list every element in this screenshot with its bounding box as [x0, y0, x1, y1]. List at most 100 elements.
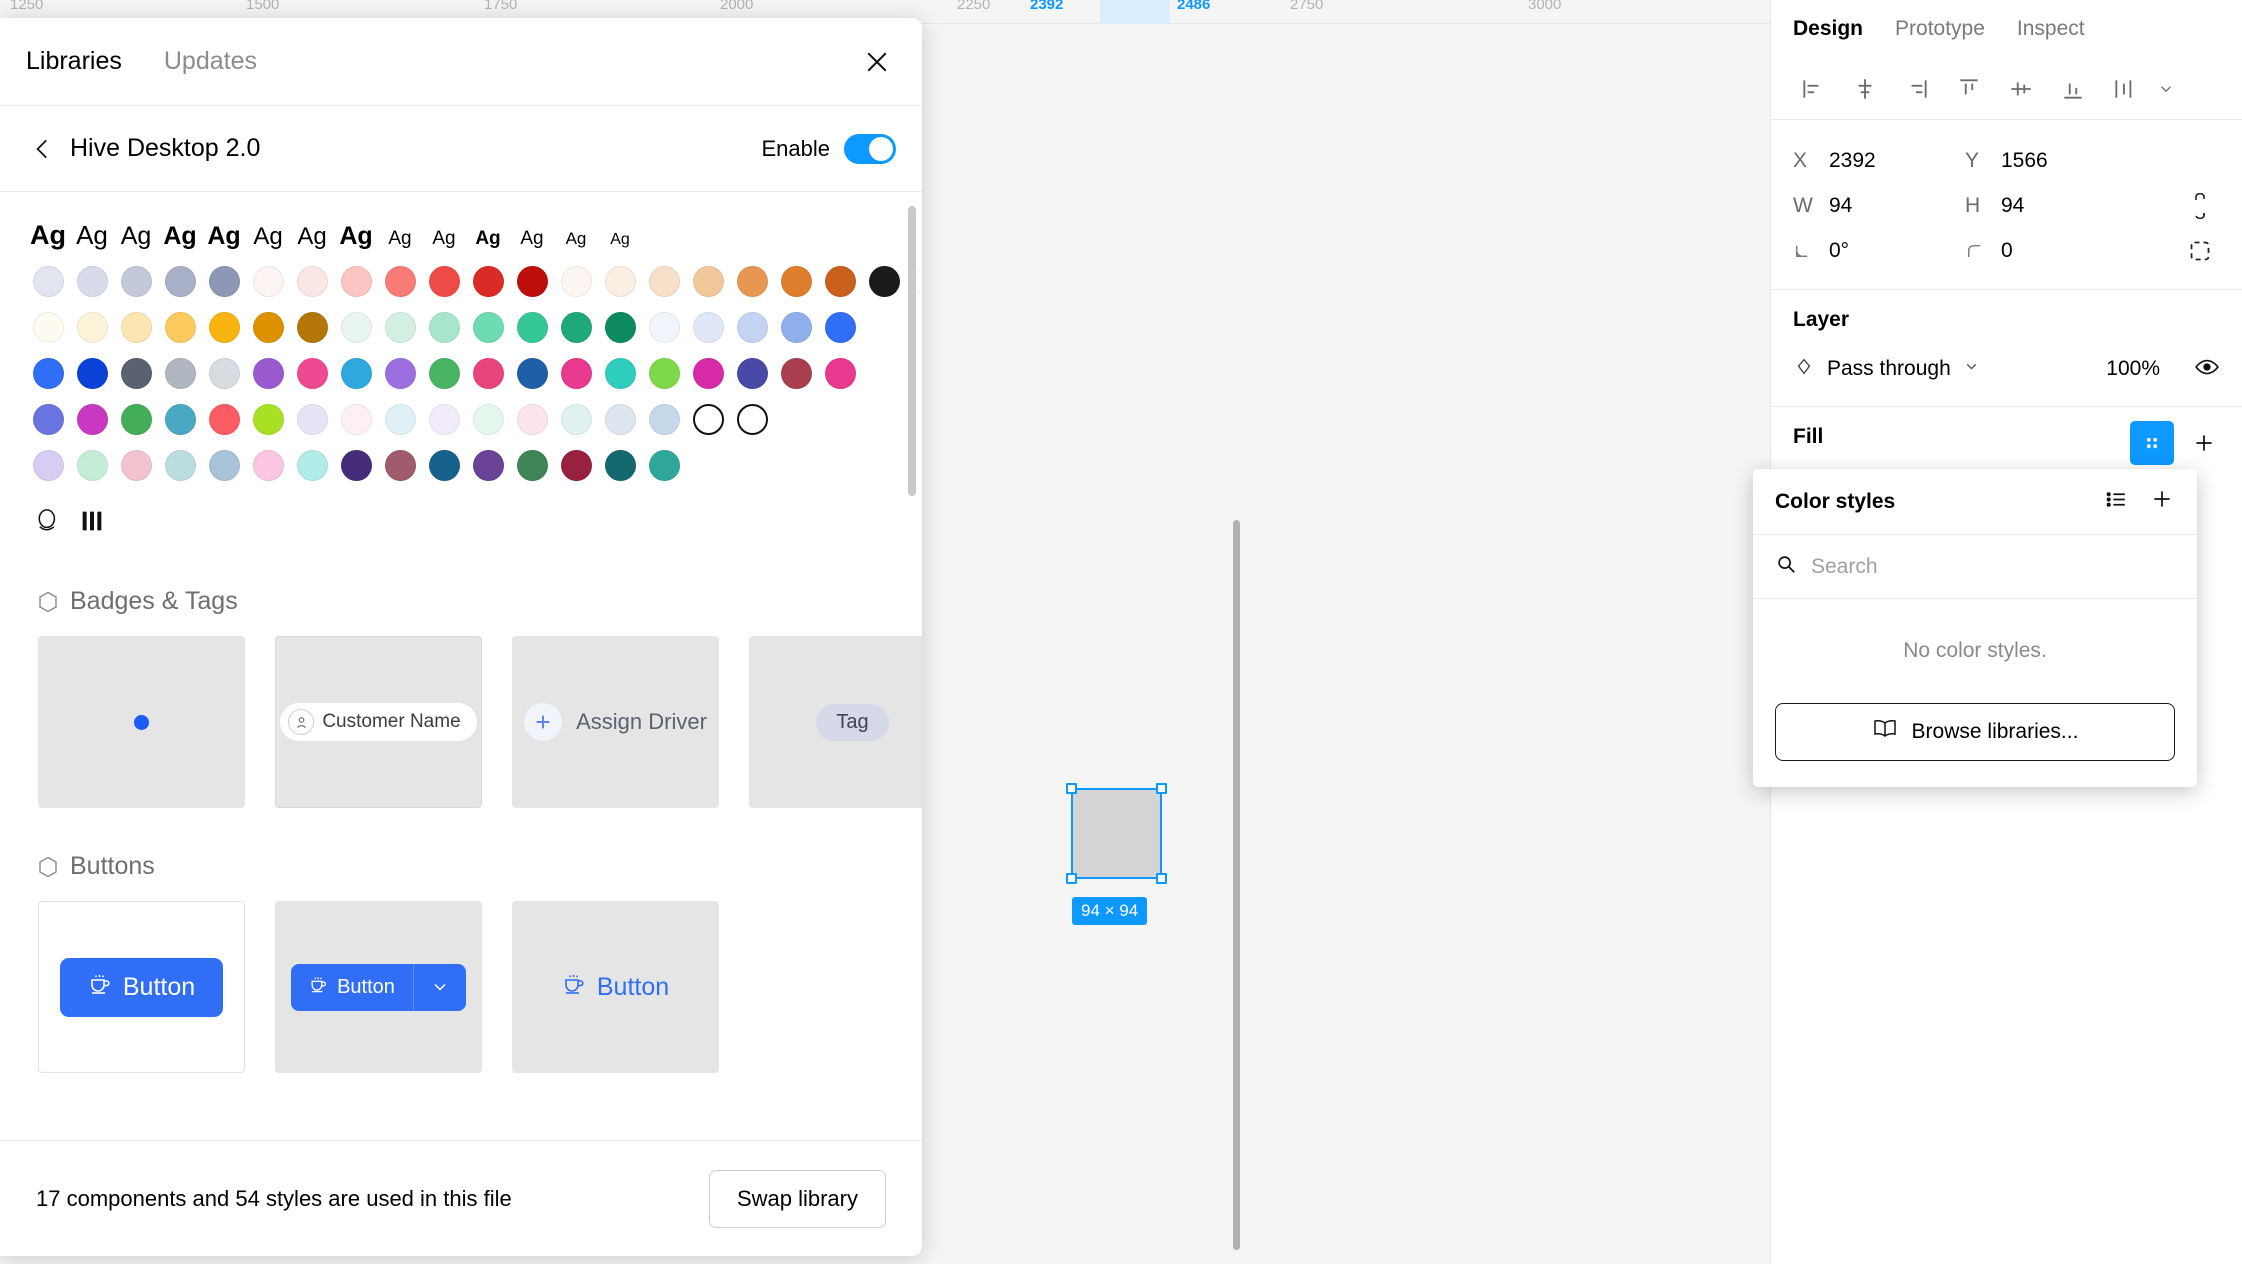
- color-style-swatch[interactable]: [510, 443, 554, 487]
- color-style-swatch[interactable]: [202, 443, 246, 487]
- resize-handle-top-left[interactable]: [1066, 783, 1077, 794]
- align-vertical-center-icon[interactable]: [1999, 69, 2043, 109]
- height-field[interactable]: H 94: [1965, 194, 2137, 218]
- color-style-swatch[interactable]: [114, 443, 158, 487]
- color-style-swatch[interactable]: [466, 305, 510, 349]
- color-style-swatch[interactable]: [554, 351, 598, 395]
- eye-icon[interactable]: [2194, 354, 2220, 385]
- text-style-swatch[interactable]: Ag: [114, 222, 158, 251]
- text-style-swatch[interactable]: Ag: [598, 231, 642, 249]
- color-style-swatch[interactable]: [334, 259, 378, 303]
- component-card-dot-badge[interactable]: [38, 636, 245, 808]
- color-style-swatch[interactable]: [202, 351, 246, 395]
- color-style-swatch[interactable]: [642, 351, 686, 395]
- color-style-swatch[interactable]: [510, 397, 554, 441]
- color-style-swatch[interactable]: [246, 259, 290, 303]
- color-style-swatch[interactable]: [642, 443, 686, 487]
- resize-handle-bottom-left[interactable]: [1066, 873, 1077, 884]
- color-style-swatch[interactable]: [246, 305, 290, 349]
- color-style-swatch[interactable]: [554, 259, 598, 303]
- resize-handle-top-right[interactable]: [1156, 783, 1167, 794]
- color-style-swatch[interactable]: [422, 443, 466, 487]
- color-style-swatch[interactable]: [774, 259, 818, 303]
- layout-grid-icon[interactable]: [70, 499, 114, 543]
- color-style-swatch[interactable]: [26, 443, 70, 487]
- component-card-button-primary[interactable]: Button: [38, 901, 245, 1073]
- color-style-swatch[interactable]: [510, 351, 554, 395]
- swap-library-button[interactable]: Swap library: [708, 1169, 886, 1228]
- text-style-swatch[interactable]: Ag: [466, 228, 510, 250]
- color-style-swatch[interactable]: [818, 305, 862, 349]
- color-style-swatch[interactable]: [598, 305, 642, 349]
- chevron-down-icon[interactable]: [414, 964, 466, 1011]
- color-style-swatch[interactable]: [114, 351, 158, 395]
- color-style-swatch[interactable]: [334, 305, 378, 349]
- color-style-swatch[interactable]: [378, 351, 422, 395]
- chevron-down-icon[interactable]: [1963, 358, 1980, 380]
- text-style-swatch[interactable]: Ag: [290, 223, 334, 251]
- style-grid-icon[interactable]: [2130, 421, 2174, 465]
- color-style-swatch[interactable]: [774, 351, 818, 395]
- color-style-swatch[interactable]: [686, 305, 730, 349]
- color-style-swatch[interactable]: [158, 351, 202, 395]
- color-style-swatch[interactable]: [70, 397, 114, 441]
- color-style-swatch[interactable]: [158, 397, 202, 441]
- color-style-swatch[interactable]: [26, 259, 70, 303]
- color-style-swatch[interactable]: [466, 351, 510, 395]
- blend-mode-value[interactable]: Pass through: [1827, 357, 1951, 381]
- component-card-customer-chip[interactable]: Customer Name: [275, 636, 482, 808]
- text-style-swatch[interactable]: Ag: [334, 222, 378, 251]
- color-style-swatch[interactable]: [466, 259, 510, 303]
- constrain-proportions-icon[interactable]: [2180, 192, 2220, 219]
- align-bottom-icon[interactable]: [2051, 69, 2095, 109]
- text-style-swatch[interactable]: Ag: [70, 220, 114, 251]
- color-style-swatch[interactable]: [70, 305, 114, 349]
- color-style-swatch[interactable]: [26, 305, 70, 349]
- text-style-swatch[interactable]: Ag: [378, 228, 422, 250]
- color-style-swatch[interactable]: [378, 259, 422, 303]
- color-style-swatch[interactable]: [334, 443, 378, 487]
- text-style-swatch[interactable]: Ag: [246, 223, 290, 251]
- search-input[interactable]: [1811, 554, 2175, 579]
- align-left-icon[interactable]: [1791, 69, 1835, 109]
- plus-icon[interactable]: [2149, 486, 2175, 517]
- text-style-swatch[interactable]: Ag: [422, 228, 466, 250]
- split-button-main[interactable]: Button: [291, 963, 414, 1011]
- color-style-swatch[interactable]: [642, 397, 686, 441]
- color-style-swatch[interactable]: [378, 443, 422, 487]
- distribute-icon[interactable]: [2103, 69, 2147, 109]
- color-style-swatch[interactable]: [378, 397, 422, 441]
- list-view-icon[interactable]: [2104, 487, 2129, 517]
- color-style-swatch[interactable]: [158, 259, 202, 303]
- rotation-field[interactable]: 0°: [1793, 239, 1965, 263]
- chevron-left-icon[interactable]: [26, 132, 60, 166]
- plus-icon[interactable]: [2184, 423, 2224, 463]
- tab-prototype[interactable]: Prototype: [1895, 17, 1985, 41]
- color-style-swatch[interactable]: [26, 397, 70, 441]
- drop-shadow-icon[interactable]: [26, 499, 70, 543]
- text-style-swatch[interactable]: Ag: [158, 222, 202, 251]
- browse-libraries-button[interactable]: Browse libraries...: [1775, 703, 2175, 761]
- color-style-swatch[interactable]: [334, 397, 378, 441]
- color-style-swatch[interactable]: [510, 259, 554, 303]
- color-style-swatch[interactable]: [730, 351, 774, 395]
- tab-libraries[interactable]: Libraries: [26, 47, 122, 76]
- text-style-swatch[interactable]: Ag: [202, 222, 246, 251]
- color-style-swatch[interactable]: [818, 259, 862, 303]
- align-top-icon[interactable]: [1947, 69, 1991, 109]
- color-style-swatch[interactable]: [114, 397, 158, 441]
- color-style-swatch[interactable]: [554, 305, 598, 349]
- text-style-swatch[interactable]: Ag: [26, 220, 70, 251]
- width-field[interactable]: W 94: [1793, 194, 1965, 218]
- color-style-swatch[interactable]: [114, 305, 158, 349]
- component-card-tag[interactable]: Tag: [749, 636, 922, 808]
- selected-rectangle[interactable]: [1066, 783, 1167, 884]
- color-style-swatch[interactable]: [642, 259, 686, 303]
- y-field[interactable]: Y 1566: [1965, 149, 2137, 173]
- color-style-swatch[interactable]: [202, 259, 246, 303]
- color-style-swatch[interactable]: [422, 397, 466, 441]
- color-style-swatch[interactable]: [246, 351, 290, 395]
- tab-design[interactable]: Design: [1793, 17, 1863, 41]
- color-style-swatch[interactable]: [114, 259, 158, 303]
- color-style-swatch[interactable]: [246, 443, 290, 487]
